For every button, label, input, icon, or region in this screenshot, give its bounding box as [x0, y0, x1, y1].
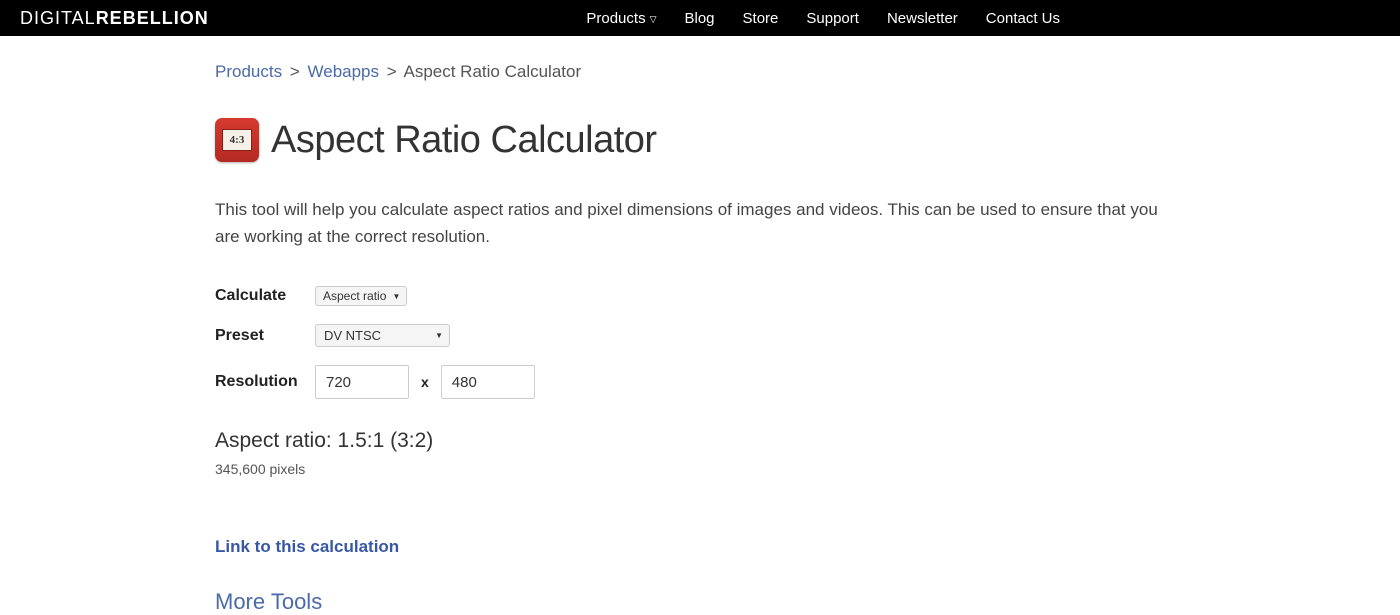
resolution-height-input[interactable]: [441, 365, 535, 399]
nav-newsletter[interactable]: Newsletter: [887, 10, 958, 27]
breadcrumb-webapps[interactable]: Webapps: [308, 62, 380, 81]
page-description: This tool will help you calculate aspect…: [215, 196, 1185, 250]
result-ratio: Aspect ratio: 1.5:1 (3:2): [215, 429, 1185, 453]
resolution-x: x: [421, 374, 429, 390]
breadcrumb-products[interactable]: Products: [215, 62, 282, 81]
result-block: Aspect ratio: 1.5:1 (3:2) 345,600 pixels: [215, 429, 1185, 477]
row-preset: Preset DV NTSC ▼: [215, 324, 1185, 347]
calculate-select[interactable]: Aspect ratio ▼: [315, 286, 407, 306]
chevron-down-icon: ▽: [650, 14, 657, 25]
logo-part1: DIGITAL: [20, 8, 96, 28]
nav-support[interactable]: Support: [806, 10, 859, 27]
nav-links: Products ▽ Blog Store Support Newsletter…: [586, 10, 1060, 27]
logo[interactable]: DIGITALREBELLION: [20, 8, 209, 29]
chevron-down-icon: ▼: [435, 331, 443, 340]
logo-part2: REBELLION: [96, 8, 209, 28]
row-resolution: Resolution x: [215, 365, 1185, 399]
breadcrumb: Products > Webapps > Aspect Ratio Calcul…: [215, 62, 1185, 82]
resolution-label: Resolution: [215, 373, 315, 391]
aspect-ratio-icon: 4:3: [215, 118, 259, 162]
nav-blog[interactable]: Blog: [685, 10, 715, 27]
navbar: DIGITALREBELLION Products ▽ Blog Store S…: [0, 0, 1400, 36]
main-content: Products > Webapps > Aspect Ratio Calcul…: [215, 36, 1185, 615]
page-title: Aspect Ratio Calculator: [271, 119, 657, 162]
nav-contact[interactable]: Contact Us: [986, 10, 1060, 27]
link-to-calculation[interactable]: Link to this calculation: [215, 537, 1185, 557]
result-pixels: 345,600 pixels: [215, 461, 1185, 477]
chevron-down-icon: ▼: [392, 292, 400, 301]
more-tools-heading: More Tools: [215, 589, 1185, 615]
nav-products[interactable]: Products ▽: [586, 10, 656, 27]
row-calculate: Calculate Aspect ratio ▼: [215, 286, 1185, 306]
page-header: 4:3 Aspect Ratio Calculator: [215, 118, 1185, 162]
preset-label: Preset: [215, 327, 315, 345]
calculate-label: Calculate: [215, 287, 315, 305]
nav-store[interactable]: Store: [743, 10, 779, 27]
resolution-width-input[interactable]: [315, 365, 409, 399]
preset-select[interactable]: DV NTSC ▼: [315, 324, 450, 347]
breadcrumb-current: Aspect Ratio Calculator: [403, 62, 581, 81]
